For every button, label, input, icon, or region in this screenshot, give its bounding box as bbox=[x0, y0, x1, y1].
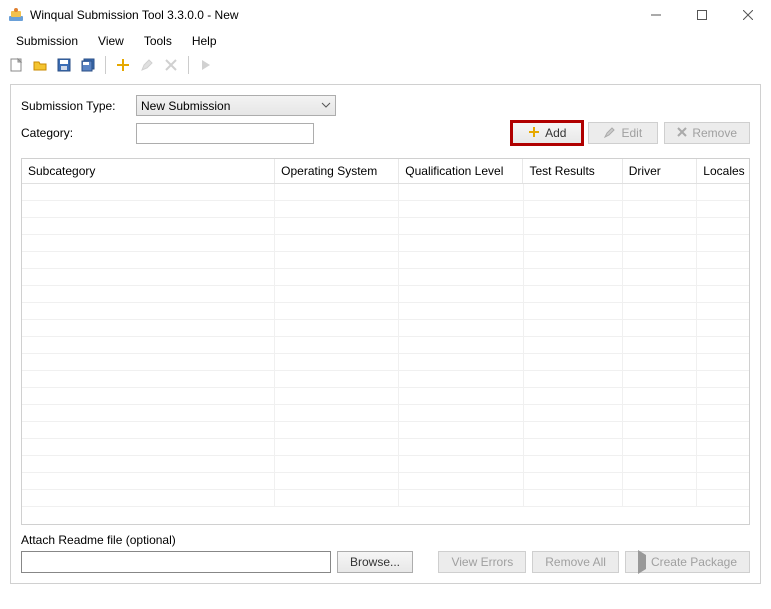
new-icon[interactable] bbox=[6, 55, 26, 75]
col-subcategory[interactable]: Subcategory bbox=[22, 159, 275, 183]
attach-readme-label: Attach Readme file (optional) bbox=[21, 533, 750, 547]
play-icon bbox=[638, 555, 646, 569]
edit-label: Edit bbox=[621, 126, 642, 140]
table-row bbox=[22, 490, 749, 507]
remove-label: Remove bbox=[692, 126, 737, 140]
view-errors-label: View Errors bbox=[451, 555, 513, 569]
pencil-icon bbox=[604, 126, 616, 141]
col-locales[interactable]: Locales bbox=[697, 159, 749, 183]
x-icon bbox=[677, 126, 687, 140]
open-icon[interactable] bbox=[30, 55, 50, 75]
minimize-button[interactable] bbox=[633, 0, 679, 30]
content-panel: Submission Type: New Submission Category… bbox=[10, 84, 761, 584]
remove-all-button: Remove All bbox=[532, 551, 619, 573]
table-row bbox=[22, 252, 749, 269]
window-title: Winqual Submission Tool 3.3.0.0 - New bbox=[30, 8, 633, 22]
submission-type-value: New Submission bbox=[141, 99, 230, 113]
menu-help[interactable]: Help bbox=[182, 32, 227, 50]
table-row bbox=[22, 439, 749, 456]
submission-type-select[interactable]: New Submission bbox=[136, 95, 336, 116]
menubar: Submission View Tools Help bbox=[0, 30, 771, 52]
table-row bbox=[22, 201, 749, 218]
table-row bbox=[22, 303, 749, 320]
submission-type-label: Submission Type: bbox=[21, 99, 136, 113]
table-row bbox=[22, 184, 749, 201]
remove-all-label: Remove All bbox=[545, 555, 606, 569]
table-row bbox=[22, 371, 749, 388]
menu-submission[interactable]: Submission bbox=[6, 32, 88, 50]
maximize-button[interactable] bbox=[679, 0, 725, 30]
add-icon[interactable] bbox=[113, 55, 133, 75]
plus-icon bbox=[528, 126, 540, 141]
titlebar: Winqual Submission Tool 3.3.0.0 - New bbox=[0, 0, 771, 30]
table-row bbox=[22, 337, 749, 354]
delete-icon bbox=[161, 55, 181, 75]
table-row bbox=[22, 320, 749, 337]
col-driver[interactable]: Driver bbox=[623, 159, 698, 183]
category-label: Category: bbox=[21, 126, 136, 140]
view-errors-button: View Errors bbox=[438, 551, 526, 573]
browse-button[interactable]: Browse... bbox=[337, 551, 413, 573]
edit-icon bbox=[137, 55, 157, 75]
data-grid[interactable]: Subcategory Operating System Qualificati… bbox=[21, 158, 750, 525]
col-test-results[interactable]: Test Results bbox=[523, 159, 622, 183]
toolbar bbox=[0, 52, 771, 78]
chevron-down-icon bbox=[321, 99, 331, 113]
run-icon bbox=[196, 55, 216, 75]
table-row bbox=[22, 405, 749, 422]
col-os[interactable]: Operating System bbox=[275, 159, 399, 183]
table-row bbox=[22, 422, 749, 439]
table-row bbox=[22, 388, 749, 405]
edit-button: Edit bbox=[588, 122, 658, 144]
table-row bbox=[22, 218, 749, 235]
save-all-icon[interactable] bbox=[78, 55, 98, 75]
table-row bbox=[22, 473, 749, 490]
table-row bbox=[22, 269, 749, 286]
menu-tools[interactable]: Tools bbox=[134, 32, 182, 50]
table-row bbox=[22, 286, 749, 303]
remove-button: Remove bbox=[664, 122, 750, 144]
grid-body bbox=[22, 184, 749, 524]
table-row bbox=[22, 354, 749, 371]
table-row bbox=[22, 456, 749, 473]
grid-header: Subcategory Operating System Qualificati… bbox=[22, 159, 749, 184]
app-icon bbox=[8, 7, 24, 23]
col-qualification[interactable]: Qualification Level bbox=[399, 159, 523, 183]
category-input[interactable] bbox=[136, 123, 314, 144]
add-button[interactable]: Add bbox=[512, 122, 582, 144]
create-package-label: Create Package bbox=[651, 555, 737, 569]
save-icon[interactable] bbox=[54, 55, 74, 75]
create-package-button: Create Package bbox=[625, 551, 750, 573]
browse-label: Browse... bbox=[350, 555, 400, 569]
close-button[interactable] bbox=[725, 0, 771, 30]
menu-view[interactable]: View bbox=[88, 32, 134, 50]
table-row bbox=[22, 235, 749, 252]
add-label: Add bbox=[545, 126, 566, 140]
readme-path-input[interactable] bbox=[21, 551, 331, 573]
